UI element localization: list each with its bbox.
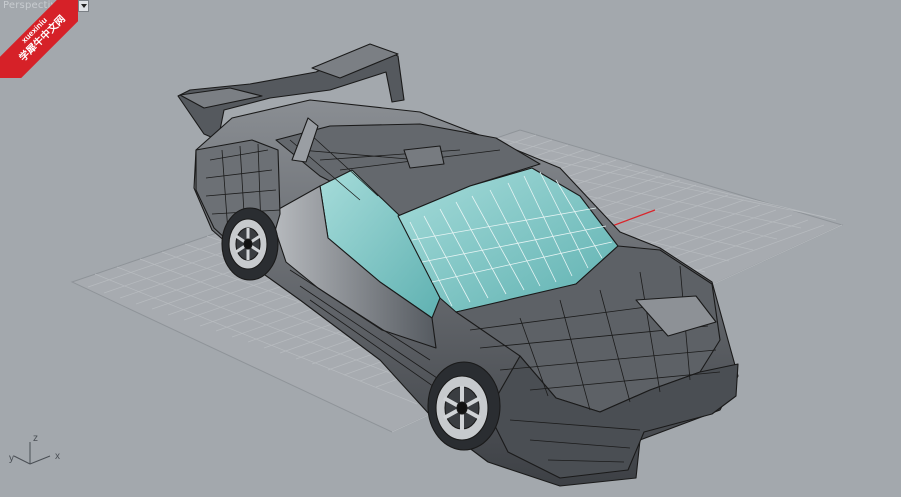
axis-x-label: x [55, 451, 60, 462]
axis-widget [13, 442, 51, 465]
chevron-down-icon[interactable] [78, 0, 89, 12]
viewport-canvas[interactable]: z y x [0, 0, 901, 497]
axis-z-label: z [33, 433, 38, 444]
perspective-viewport[interactable]: z y x Perspective xuexiniu 学犀牛中文网 [0, 0, 901, 497]
watermark-line2: 学犀牛中文网 [17, 13, 68, 64]
watermark-logo: xuexiniu 学犀牛中文网 [0, 0, 78, 78]
rear-wheel [221, 207, 279, 281]
car-model[interactable] [177, 43, 739, 487]
front-wheel [427, 361, 501, 451]
axis-y-label: y [9, 453, 14, 464]
